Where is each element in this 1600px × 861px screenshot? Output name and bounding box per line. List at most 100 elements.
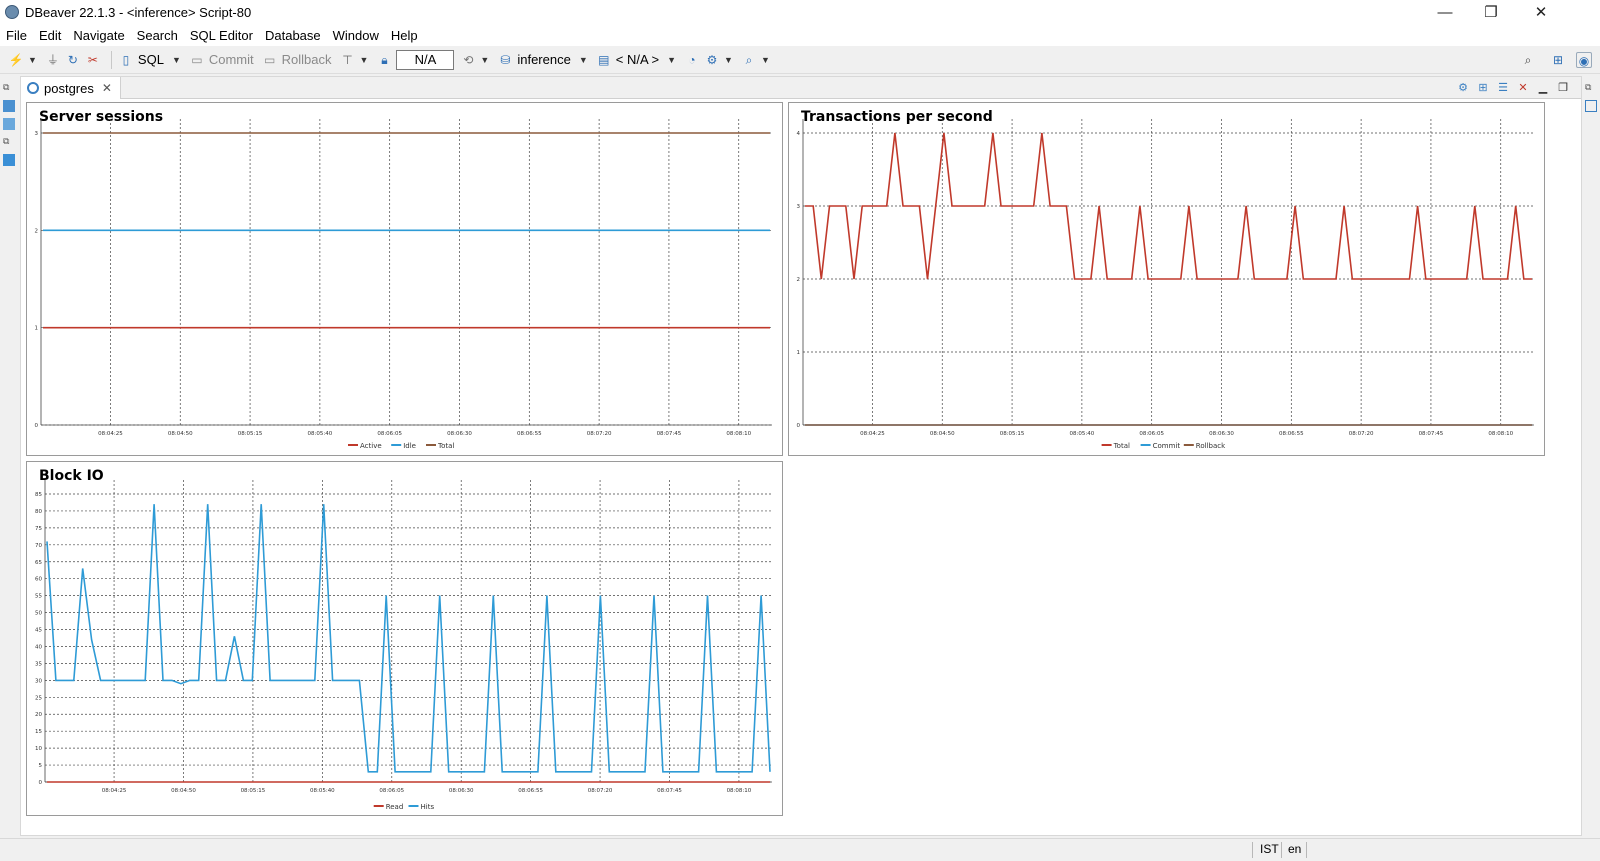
y-tick-label: 1 bbox=[797, 350, 801, 356]
maximize-view-icon[interactable]: ❐ bbox=[1555, 80, 1571, 96]
dbeaver-perspective-icon[interactable]: ◉ bbox=[1576, 52, 1592, 68]
minimize-button[interactable]: — bbox=[1422, 0, 1468, 24]
chart-panel-block-io[interactable]: Block IO 0 5 10 15 20 25 30 35 40 45 50 55 60 65 70 75 8… bbox=[26, 461, 783, 816]
add-chart-icon[interactable]: ⊞ bbox=[1475, 80, 1491, 96]
history-icon[interactable]: ⟲ bbox=[460, 52, 476, 68]
window-titlebar: DBeaver 22.1.3 - <inference> Script-80 bbox=[0, 0, 1600, 24]
legend-label: Rollback bbox=[1196, 442, 1226, 450]
new-connection-dropdown-icon[interactable]: ▼ bbox=[28, 55, 37, 65]
global-search-icon[interactable]: ⌕ bbox=[1520, 52, 1536, 68]
open-perspective-icon[interactable]: ⊞ bbox=[1550, 52, 1566, 68]
editor-tab-label: postgres bbox=[44, 80, 94, 96]
remove-chart-icon[interactable]: ✕ bbox=[1515, 80, 1531, 96]
editor-tab-postgres[interactable]: postgres ✕ bbox=[21, 77, 121, 99]
x-tick-label: 08:07:45 bbox=[657, 431, 682, 437]
commit-button: Commit bbox=[208, 52, 254, 67]
active-datasource-selector[interactable]: inference bbox=[517, 52, 570, 67]
dbeaver-logo-icon bbox=[5, 5, 19, 19]
chart-panel-server-sessions[interactable]: Server sessions 0 1 2 3 08:04:25 08:04:50 08:0… bbox=[26, 102, 783, 456]
y-tick-label: 65 bbox=[35, 560, 42, 566]
layout-icon[interactable]: ☰ bbox=[1495, 80, 1511, 96]
restore-icon[interactable]: ⧉ bbox=[3, 82, 15, 94]
y-tick-label: 30 bbox=[35, 678, 42, 684]
sql-dropdown-icon[interactable]: ▼ bbox=[172, 55, 181, 65]
transaction-counter-field[interactable]: N/A bbox=[396, 49, 455, 70]
tools-dropdown-icon[interactable]: ▼ bbox=[724, 55, 733, 65]
history-dropdown-icon[interactable]: ▼ bbox=[480, 55, 489, 65]
x-tick-label: 08:07:20 bbox=[587, 431, 612, 437]
main-toolbar: ⚡ ▼ ⏚ ↻ ✂ ▯ SQL ▼ ▭ Commit ▭ Rollback ⊤ … bbox=[0, 46, 1600, 74]
outline-icon[interactable] bbox=[1585, 100, 1597, 112]
menu-window[interactable]: Window bbox=[333, 28, 379, 43]
status-separator bbox=[1252, 842, 1253, 858]
timezone-indicator: IST bbox=[1260, 842, 1279, 856]
connect-icon[interactable]: ⏚ bbox=[45, 52, 61, 68]
transaction-mode-icon[interactable]: ⊤ bbox=[340, 52, 356, 68]
restore-icon[interactable]: ⧉ bbox=[1585, 82, 1597, 94]
legend-label: Read bbox=[386, 803, 404, 811]
commit-icon: ▭ bbox=[191, 52, 203, 67]
status-separator bbox=[1281, 842, 1282, 858]
x-tick-label: 08:08:10 bbox=[726, 431, 751, 437]
dashboard-editor: postgres ✕ ⚙ ⊞ ☰ ✕ ▁ ❐ Server sessions 0… bbox=[20, 76, 1582, 836]
y-tick-label: 70 bbox=[35, 543, 42, 549]
schema-icon[interactable]: ▤ bbox=[596, 52, 612, 68]
x-tick-label: 08:06:30 bbox=[1209, 431, 1234, 437]
active-schema-selector[interactable]: < N/A > bbox=[616, 52, 659, 67]
maximize-button[interactable]: ❐ bbox=[1468, 0, 1514, 24]
properties-icon[interactable] bbox=[3, 154, 15, 166]
invalidate-reconnect-icon[interactable]: ↻ bbox=[65, 52, 81, 68]
close-tab-icon[interactable]: ✕ bbox=[102, 81, 112, 95]
dashboard-icon[interactable]: ◔ bbox=[684, 52, 700, 68]
sql-editor-icon[interactable]: ▯ bbox=[118, 52, 134, 68]
x-tick-label: 08:07:45 bbox=[657, 788, 682, 794]
left-trim-stack: ⧉ ⧉ bbox=[0, 76, 18, 836]
lock-icon[interactable]: 🔒︎ bbox=[376, 52, 392, 68]
new-connection-icon[interactable]: ⚡ bbox=[8, 52, 24, 68]
close-window-button[interactable]: ✕ bbox=[1518, 0, 1564, 24]
server-sessions-chart: 0 1 2 3 08:04:25 08:04:50 08:05:15 08:05:40 08:0… bbox=[35, 119, 772, 450]
database-navigator-icon[interactable] bbox=[3, 100, 15, 112]
editor-tab-bar: postgres ✕ ⚙ ⊞ ☰ ✕ ▁ ❐ bbox=[21, 77, 1581, 99]
series-line-hits bbox=[46, 504, 771, 773]
restore-icon[interactable]: ⧉ bbox=[3, 136, 15, 148]
sql-button[interactable]: SQL bbox=[138, 52, 164, 67]
menu-database[interactable]: Database bbox=[265, 28, 321, 43]
y-tick-label: 35 bbox=[35, 661, 42, 667]
menu-file[interactable]: File bbox=[6, 28, 27, 43]
menu-sql-editor[interactable]: SQL Editor bbox=[190, 28, 253, 43]
minimize-view-icon[interactable]: ▁ bbox=[1535, 80, 1551, 96]
transactions-per-second-chart: 0 1 2 3 4 08:04:25 08:04:50 08:05:15 08:05:40 08:… bbox=[797, 119, 1534, 450]
y-tick-label: 0 bbox=[39, 780, 43, 786]
menu-bar: File Edit Navigate Search SQL Editor Dat… bbox=[0, 24, 1600, 46]
schema-dropdown-icon[interactable]: ▼ bbox=[667, 55, 676, 65]
y-tick-label: 40 bbox=[35, 644, 42, 650]
datasource-dropdown-icon[interactable]: ▼ bbox=[579, 55, 588, 65]
transaction-mode-dropdown-icon[interactable]: ▼ bbox=[360, 55, 369, 65]
x-tick-label: 08:05:15 bbox=[238, 431, 263, 437]
x-tick-label: 08:04:25 bbox=[860, 431, 885, 437]
toolbar-separator bbox=[110, 50, 112, 69]
y-tick-label: 60 bbox=[35, 577, 42, 583]
search-dropdown-icon[interactable]: ▼ bbox=[761, 55, 770, 65]
disconnect-icon[interactable]: ✂ bbox=[85, 52, 101, 68]
x-tick-label: 08:06:05 bbox=[1139, 431, 1164, 437]
menu-help[interactable]: Help bbox=[391, 28, 418, 43]
menu-edit[interactable]: Edit bbox=[39, 28, 61, 43]
y-tick-label: 0 bbox=[797, 423, 801, 429]
status-separator bbox=[1306, 842, 1307, 858]
dashboard-tools: ⚙ ⊞ ☰ ✕ ▁ ❐ bbox=[1451, 80, 1571, 96]
tools-icon[interactable]: ⚙ bbox=[704, 52, 720, 68]
x-tick-label: 08:06:05 bbox=[379, 788, 404, 794]
dashboard-settings-icon[interactable]: ⚙ bbox=[1455, 80, 1471, 96]
datasource-icon[interactable]: ⛁ bbox=[497, 52, 513, 68]
projects-icon[interactable] bbox=[3, 118, 15, 130]
menu-search[interactable]: Search bbox=[137, 28, 178, 43]
x-tick-label: 08:05:40 bbox=[310, 788, 335, 794]
x-tick-label: 08:06:30 bbox=[447, 431, 472, 437]
menu-navigate[interactable]: Navigate bbox=[73, 28, 124, 43]
search-toolbar-icon[interactable]: ⌕ bbox=[741, 52, 757, 68]
y-tick-label: 2 bbox=[797, 277, 801, 283]
chart-panel-transactions-per-second[interactable]: Transactions per second 0 1 2 3 4 08:04:25 08:… bbox=[788, 102, 1545, 456]
x-tick-label: 08:06:55 bbox=[517, 431, 542, 437]
